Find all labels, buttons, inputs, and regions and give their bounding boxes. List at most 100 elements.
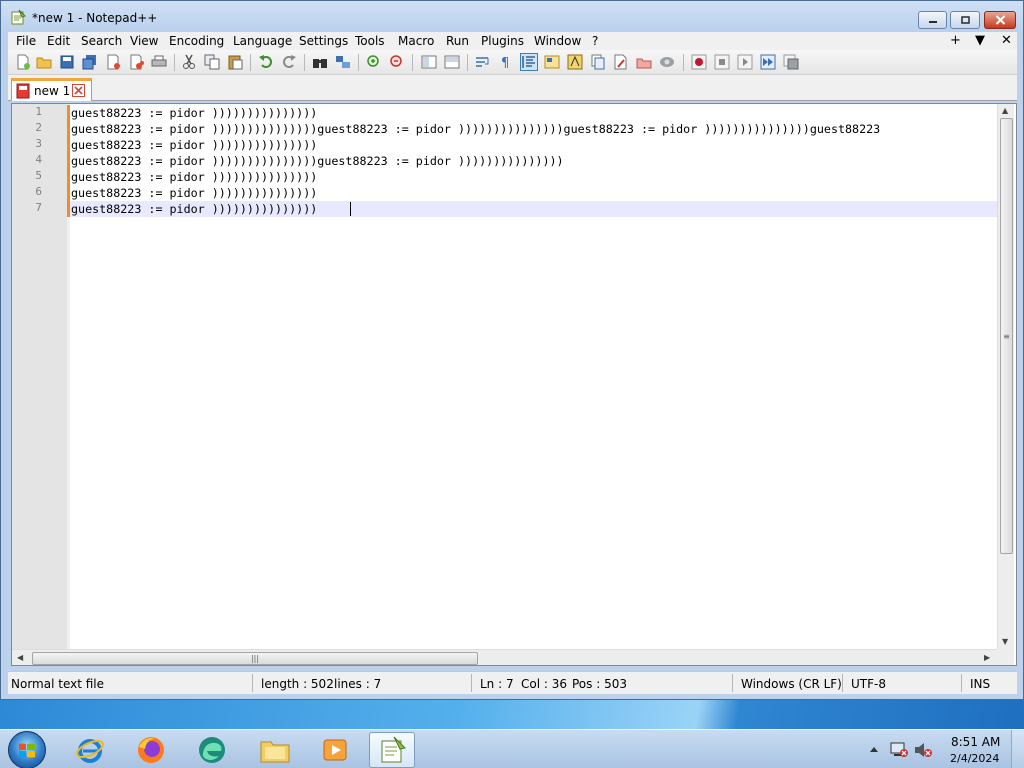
new-tab-button[interactable]: +	[950, 33, 961, 48]
function-list-button[interactable]	[589, 53, 607, 71]
clock-date[interactable]: 2/4/2024	[950, 752, 999, 765]
title-bar[interactable]: *new 1 - Notepad++	[1, 1, 1023, 33]
status-separator	[732, 674, 733, 692]
print-button[interactable]	[150, 53, 168, 71]
vertical-scrollbar[interactable]: ▲ ≡ ▼	[997, 104, 1014, 651]
show-all-characters-button[interactable]: ¶	[497, 53, 515, 71]
close-button[interactable]	[984, 11, 1016, 29]
code-line[interactable]: guest88223 := pidor )))))))))))))))	[71, 137, 317, 153]
play-icon	[737, 54, 753, 70]
scroll-up-icon[interactable]: ▲	[1002, 106, 1008, 115]
replace-icon	[336, 56, 350, 68]
function-list-icon	[591, 54, 605, 70]
minimize-icon	[928, 21, 937, 23]
menu-plugins[interactable]: Plugins	[481, 34, 524, 48]
save-macro-button[interactable]	[782, 53, 800, 71]
clock-time[interactable]: 8:51 AM	[951, 735, 1000, 749]
status-encoding[interactable]: UTF-8	[851, 677, 886, 691]
tab-new-1[interactable]: new 1	[11, 78, 92, 101]
save-all-button[interactable]	[81, 53, 99, 71]
paste-button[interactable]	[226, 53, 244, 71]
horizontal-scrollbar[interactable]: ◀ ||| ▶	[12, 649, 997, 665]
code-line[interactable]: guest88223 := pidor )))))))))))))))guest…	[71, 121, 880, 137]
udl-icon	[544, 55, 560, 69]
eye-button[interactable]	[658, 53, 676, 71]
close-tab-button[interactable]: ✕	[1001, 33, 1012, 48]
new-file-button[interactable]	[14, 53, 32, 71]
scroll-right-icon[interactable]: ▶	[984, 653, 990, 662]
stop-recording-button[interactable]	[713, 53, 731, 71]
scroll-left-icon[interactable]: ◀	[17, 653, 23, 662]
redo-button[interactable]	[280, 53, 298, 71]
menu-settings[interactable]: Settings	[299, 34, 348, 48]
copy-button[interactable]	[203, 53, 221, 71]
tab-list-button[interactable]: ▼	[975, 33, 985, 48]
scroll-down-icon[interactable]: ▼	[1002, 637, 1008, 646]
word-wrap-button[interactable]	[474, 53, 492, 71]
sync-horizontal-button[interactable]	[443, 53, 461, 71]
close-all-button[interactable]	[127, 53, 145, 71]
playback-button[interactable]	[736, 53, 754, 71]
menu-macro[interactable]: Macro	[398, 34, 434, 48]
indent-guide-button[interactable]	[520, 53, 538, 71]
menu-run[interactable]: Run	[446, 34, 469, 48]
scissors-icon	[183, 54, 195, 69]
taskbar-media-player[interactable]	[312, 732, 358, 768]
taskbar-internet-explorer[interactable]	[67, 732, 113, 768]
code-line[interactable]: guest88223 := pidor )))))))))))))))guest…	[71, 153, 564, 169]
user-defined-language-button[interactable]	[543, 53, 561, 71]
replace-button[interactable]	[334, 53, 352, 71]
status-eol[interactable]: Windows (CR LF)	[741, 677, 842, 691]
folder-as-workspace-button[interactable]	[612, 53, 630, 71]
workspace-icon	[614, 54, 627, 70]
show-desktop-button[interactable]	[1011, 730, 1024, 768]
code-line[interactable]: guest88223 := pidor )))))))))))))))	[71, 185, 317, 201]
document-map-button[interactable]	[566, 53, 584, 71]
network-icon[interactable]	[889, 741, 909, 759]
zoom-in-button[interactable]	[365, 53, 383, 71]
menu-file[interactable]: File	[16, 34, 36, 48]
show-hidden-icons-icon[interactable]	[869, 745, 879, 753]
open-file-button[interactable]	[35, 53, 53, 71]
modified-line-marker	[67, 185, 70, 201]
menu-help[interactable]: ?	[592, 34, 598, 48]
menu-edit[interactable]: Edit	[47, 34, 70, 48]
sync-vertical-icon	[421, 55, 437, 69]
vertical-scroll-thumb[interactable]: ≡	[1000, 118, 1013, 554]
line-number: 2	[35, 121, 42, 134]
minimize-button[interactable]	[918, 11, 947, 29]
find-button[interactable]	[311, 53, 329, 71]
record-macro-button[interactable]	[690, 53, 708, 71]
menu-encoding[interactable]: Encoding	[169, 34, 224, 48]
taskbar-file-explorer[interactable]	[252, 732, 298, 768]
taskbar-notepad-plus-plus[interactable]	[369, 732, 415, 768]
menu-search[interactable]: Search	[81, 34, 122, 48]
taskbar-firefox[interactable]	[128, 732, 174, 768]
menu-view[interactable]: View	[130, 34, 158, 48]
menu-language[interactable]: Language	[233, 34, 292, 48]
code-line[interactable]: guest88223 := pidor )))))))))))))))	[71, 169, 317, 185]
taskbar-edge[interactable]	[189, 732, 235, 768]
save-button[interactable]	[58, 53, 76, 71]
stop-icon	[714, 54, 730, 70]
close-file-button[interactable]	[104, 53, 122, 71]
sync-vertical-button[interactable]	[420, 53, 438, 71]
text-caret	[350, 202, 351, 216]
zoom-out-button[interactable]	[388, 53, 406, 71]
horizontal-scroll-thumb[interactable]: |||	[32, 652, 478, 665]
status-separator	[471, 674, 472, 692]
start-button[interactable]	[8, 731, 46, 768]
status-insert-mode[interactable]: INS	[970, 677, 990, 691]
monitoring-button[interactable]	[635, 53, 653, 71]
menu-tools[interactable]: Tools	[355, 34, 385, 48]
undo-button[interactable]	[257, 53, 275, 71]
maximize-button[interactable]	[950, 11, 980, 29]
cut-button[interactable]	[180, 53, 198, 71]
editor-area[interactable]: 1 2 3 4 5 6 7 guest88223 := pidor ))))))…	[11, 103, 1017, 666]
volume-muted-icon[interactable]	[913, 741, 933, 759]
run-multiple-button[interactable]	[759, 53, 777, 71]
tab-close-icon[interactable]	[72, 84, 85, 97]
code-line[interactable]: guest88223 := pidor )))))))))))))))	[71, 201, 317, 217]
code-line[interactable]: guest88223 := pidor )))))))))))))))	[71, 105, 317, 121]
menu-window[interactable]: Window	[534, 34, 581, 48]
